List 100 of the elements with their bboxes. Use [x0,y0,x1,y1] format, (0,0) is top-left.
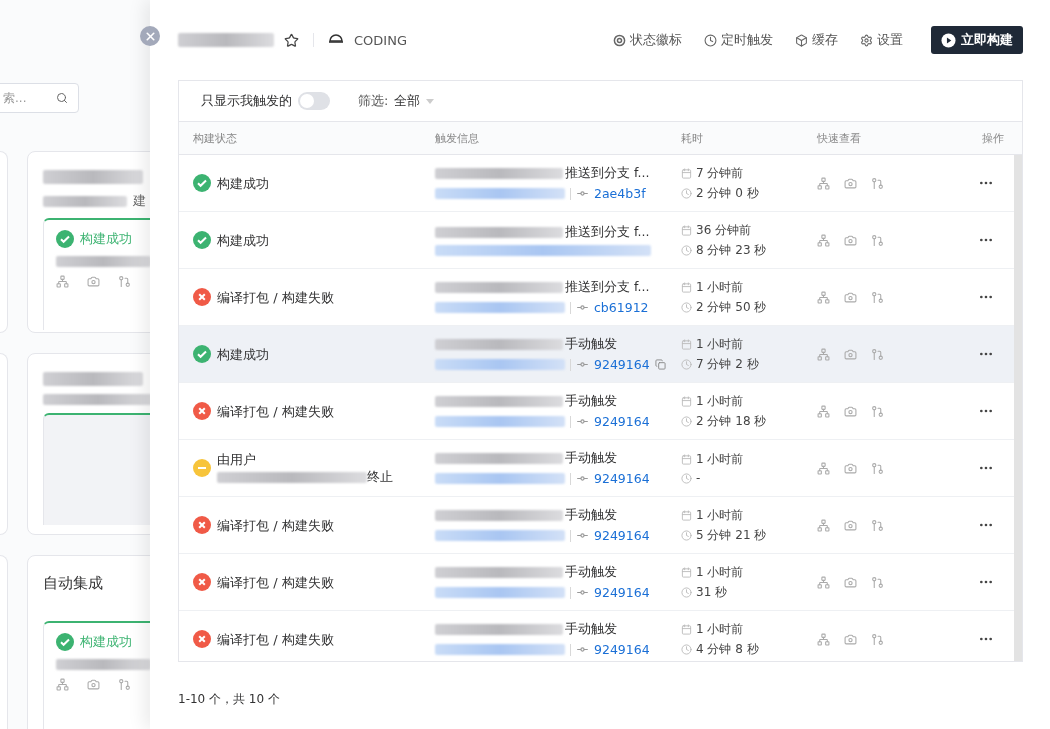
camera-icon[interactable] [844,632,857,646]
duration: 31 秒 [696,583,728,601]
nodes-icon[interactable] [817,518,830,532]
status-text: 编译打包 / 构建失败 [217,573,334,591]
clock-icon [681,358,692,370]
pull-request-icon [118,275,131,288]
header-action[interactable]: 缓存 [783,31,838,49]
pull-request-icon[interactable] [871,233,884,247]
build-now-button[interactable]: 立即构建 [931,26,1023,54]
toggle-switch[interactable] [298,92,330,110]
filter-label: 筛选: [358,92,389,110]
filter-label: 只显示我触发的 [201,92,292,110]
clock-icon [681,244,692,256]
pull-request-icon[interactable] [871,461,884,475]
header-action[interactable]: 设置 [848,31,903,49]
pagination-summary: 1-10 个，共 10 个 [178,691,280,708]
team-logo-icon [328,34,344,46]
camera-icon[interactable] [844,518,857,532]
calendar-icon [681,338,692,350]
trigger-text: 手动触发 [565,393,617,410]
card-title: 自动集成 [43,574,104,593]
pull-request-icon[interactable] [871,290,884,304]
commit-link[interactable]: 9249164 [594,585,650,600]
camera-icon[interactable] [844,404,857,418]
camera-icon[interactable] [844,575,857,589]
filter-select[interactable]: 全部 [394,92,421,110]
nodes-icon[interactable] [817,176,830,190]
nodes-icon[interactable] [817,347,830,361]
clock-icon [704,33,717,47]
star-icon[interactable] [284,32,299,48]
clock-icon [681,187,692,199]
time-ago: 1 小时前 [696,392,744,410]
duration: 2 分钟 50 秒 [696,298,767,316]
nodes-icon[interactable] [817,404,830,418]
status-text: 由用户 [217,452,256,467]
camera-icon[interactable] [844,233,857,247]
calendar-icon [681,454,692,465]
nodes-icon [56,678,69,691]
duration: 2 分钟 18 秒 [696,412,767,430]
trigger-text: 推送到分支 f... [565,165,650,182]
calendar-icon [681,566,692,578]
calendar-icon [681,395,692,407]
time-ago: 1 小时前 [696,506,744,524]
trigger-text: 手动触发 [565,507,617,524]
pull-request-icon[interactable] [871,575,884,589]
calendar-icon [681,623,692,635]
commit-link[interactable]: 9249164 [594,528,650,543]
commit-link[interactable]: cb61912 [594,300,649,315]
time-ago: 1 小时前 [696,563,744,581]
spiral-icon [613,33,626,47]
time-ago: 7 分钟前 [696,164,744,182]
time-ago: 36 分钟前 [696,221,752,239]
copy-icon[interactable] [654,359,666,370]
team-name: CODING [354,32,407,48]
settings-icon [860,33,873,47]
column-header: 快速查看 [817,130,862,146]
commit-link[interactable]: 9249164 [594,414,650,429]
commit-link[interactable]: 9249164 [594,471,650,486]
status-text: 编译打包 / 构建失败 [217,402,334,420]
nodes-icon[interactable] [817,290,830,304]
build-status: 构建成功 [80,633,132,651]
nodes-icon[interactable] [817,632,830,646]
status-text: 编译打包 / 构建失败 [217,630,334,648]
header-action[interactable]: 定时触发 [692,31,773,49]
duration: 4 分钟 8 秒 [696,640,759,658]
column-header: 操作 [982,130,1005,146]
camera-icon[interactable] [844,290,857,304]
nodes-icon[interactable] [817,575,830,589]
clock-icon [681,415,692,427]
trigger-text: 手动触发 [565,564,617,581]
status-text: 构建成功 [217,345,269,363]
pull-request-icon[interactable] [871,632,884,646]
pull-request-icon[interactable] [871,518,884,532]
clock-icon [681,472,692,484]
calendar-icon [681,509,692,521]
nodes-icon [56,275,69,288]
camera-icon [87,678,100,691]
commit-link[interactable]: 2ae4b3f [594,186,646,201]
camera-icon[interactable] [844,176,857,190]
close-button[interactable] [140,26,160,46]
status-text: 构建成功 [217,231,269,249]
nodes-icon[interactable] [817,233,830,247]
build-row[interactable]: 构建成功 手动触发 9249164 1 小时前 7 分钟 2 秒 [179,326,1014,383]
trigger-text: 手动触发 [565,621,617,638]
camera-icon[interactable] [844,461,857,475]
pull-request-icon[interactable] [871,347,884,361]
commit-link[interactable]: 9249164 [594,642,650,657]
calendar-icon [681,281,692,293]
pull-request-icon[interactable] [871,176,884,190]
clock-icon [681,586,692,598]
nodes-icon[interactable] [817,461,830,475]
pull-request-icon[interactable] [871,404,884,418]
commit-link[interactable]: 9249164 [594,357,650,372]
column-header: 构建状态 [193,130,238,146]
header-action[interactable]: 状态徽标 [601,31,682,49]
camera-icon[interactable] [844,347,857,361]
trigger-text: 手动触发 [565,450,617,467]
build-status: 构建成功 [80,230,132,248]
time-ago: 1 小时前 [696,451,744,468]
trigger-text: 手动触发 [565,336,617,353]
